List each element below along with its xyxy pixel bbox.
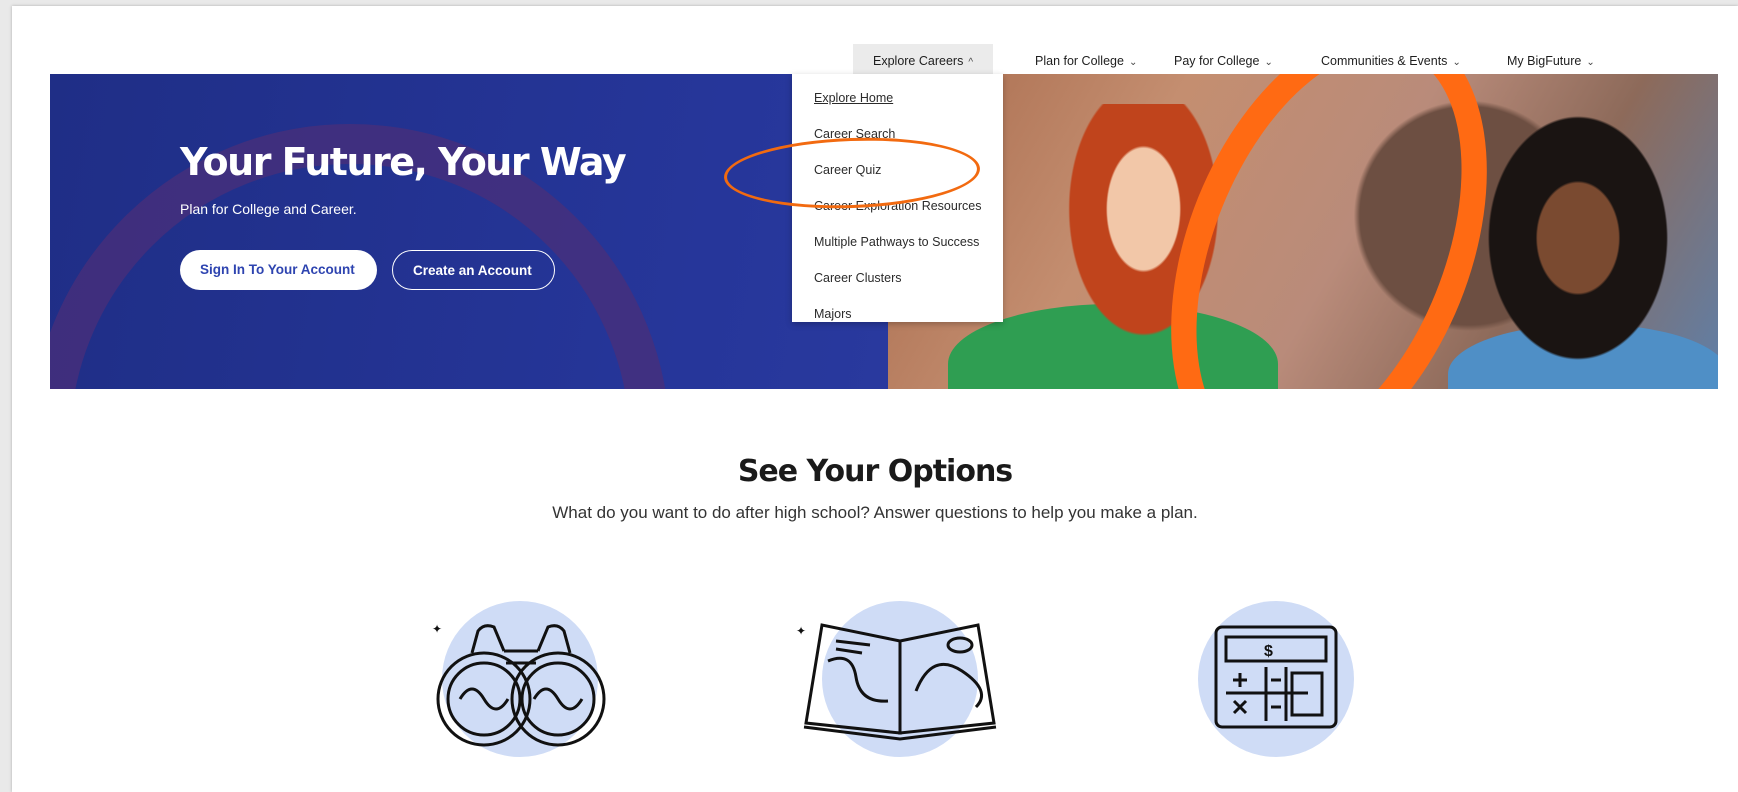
photo-person-right (1448, 94, 1708, 389)
binoculars-illustration: ✦ (432, 601, 606, 757)
book-illustration: ✦ (796, 601, 997, 757)
section-subtitle: What do you want to do after high school… (552, 503, 1198, 522)
nav-plan-for-college[interactable]: Plan for College ⌄ (1015, 44, 1157, 78)
svg-text:✦: ✦ (796, 624, 806, 638)
calculator-illustration: $ (1198, 601, 1354, 757)
nav-label: Explore Careers (873, 54, 964, 68)
dropdown-item-career-exploration-resources[interactable]: Career Exploration Resources (814, 199, 981, 213)
browser-page: Explore Careers ^ Plan for College ⌄ Pay f… (12, 6, 1738, 792)
chevron-down-icon: ⌄ (1264, 57, 1273, 68)
chevron-down-icon: ⌄ (1586, 57, 1595, 68)
dropdown-item-career-clusters[interactable]: Career Clusters (814, 271, 902, 285)
section-title: See Your Options (737, 454, 1013, 489)
dropdown-item-multiple-pathways[interactable]: Multiple Pathways to Success (814, 235, 979, 249)
nav-my-bigfuture[interactable]: My BigFuture ⌄ (1487, 44, 1615, 78)
calculator-icon: $ (1214, 625, 1338, 729)
explore-careers-dropdown: Explore Home Career Search Career Quiz C… (792, 74, 1003, 322)
dropdown-item-career-search[interactable]: Career Search (814, 127, 895, 141)
nav-label: My BigFuture (1507, 54, 1582, 68)
hero-photo (888, 74, 1718, 389)
sign-in-button[interactable]: Sign In To Your Account (180, 250, 377, 290)
hero-subtitle: Plan for College and Career. (180, 201, 357, 217)
chevron-down-icon: ⌄ (1128, 57, 1138, 68)
dropdown-item-explore-home[interactable]: Explore Home (814, 91, 893, 105)
nav-label: Communities & Events (1321, 54, 1448, 68)
dropdown-item-majors[interactable]: Majors (814, 307, 852, 321)
nav-label: Pay for College (1174, 54, 1260, 68)
create-account-button[interactable]: Create an Account (392, 250, 555, 290)
nav-label: Plan for College (1035, 54, 1124, 68)
hero-title: Your Future, Your Way (180, 140, 627, 184)
nav-communities-events[interactable]: Communities & Events ⌄ (1301, 44, 1481, 78)
chevron-down-icon: ⌄ (1452, 57, 1461, 68)
chevron-up-icon: ^ (968, 57, 974, 68)
open-book-map-icon: ✦ (796, 623, 997, 741)
svg-text:✦: ✦ (432, 622, 442, 636)
dropdown-item-career-quiz[interactable]: Career Quiz (814, 163, 881, 177)
nav-pay-for-college[interactable]: Pay for College ⌄ (1154, 44, 1293, 78)
svg-text:$: $ (1264, 643, 1273, 660)
binoculars-icon: ✦ (432, 622, 606, 747)
